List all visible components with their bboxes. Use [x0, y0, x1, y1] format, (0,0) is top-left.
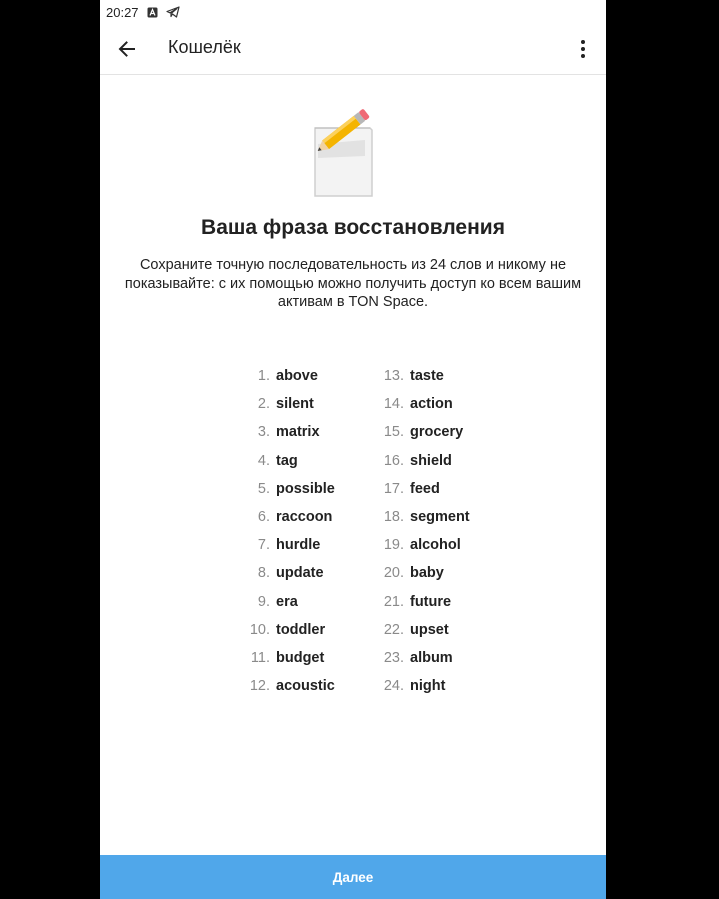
word-text: era [276, 593, 298, 610]
word-number: 24. [383, 678, 404, 695]
word-text: segment [410, 509, 470, 526]
word-item: 5. possible [240, 475, 335, 503]
word-text: action [410, 396, 453, 413]
word-item: 8. update [240, 559, 335, 587]
word-item: 6. raccoon [240, 503, 335, 531]
word-item: 16. shield [374, 447, 470, 475]
word-item: 19. alcohol [374, 531, 470, 559]
word-item: 24. night [374, 672, 470, 700]
word-number: 4. [257, 452, 270, 469]
word-text: grocery [410, 424, 464, 441]
more-options-button[interactable] [570, 32, 596, 66]
page-title: Ваша фраза восстановления [201, 216, 505, 239]
word-item: 20. baby [374, 559, 470, 587]
word-item: 12. acoustic [240, 672, 335, 700]
word-number: 6. [257, 509, 270, 526]
word-number: 17. [383, 480, 404, 497]
word-item: 2. silent [240, 390, 335, 418]
notification-a-icon [147, 7, 158, 18]
word-item: 4. tag [240, 447, 335, 475]
word-text: silent [276, 396, 314, 413]
word-text: possible [276, 480, 335, 497]
recovery-description: Сохраните точную последовательность из 2… [124, 257, 582, 310]
more-vertical-icon [581, 40, 585, 58]
toolbar: Кошелёк [100, 24, 606, 75]
word-text: shield [410, 452, 452, 469]
word-text: tag [276, 452, 298, 469]
word-text: matrix [276, 424, 320, 441]
word-item: 10. toddler [240, 616, 335, 644]
word-number: 22. [383, 621, 404, 638]
word-text: raccoon [276, 509, 333, 526]
word-item: 15. grocery [374, 418, 470, 446]
word-item: 18. segment [374, 503, 470, 531]
word-item: 9. era [240, 588, 335, 616]
words-column-left: 1. above 2. silent 3. matrix 4. tag 5. possib… [240, 362, 335, 700]
word-text: future [410, 593, 452, 610]
word-number: 8. [257, 565, 270, 582]
arrow-left-icon [118, 41, 135, 57]
word-number: 2. [257, 396, 270, 413]
word-text: hurdle [276, 537, 321, 554]
telegram-icon [165, 6, 180, 18]
word-text: feed [410, 480, 440, 497]
word-number: 23. [383, 649, 404, 666]
toolbar-title: Кошелёк [168, 37, 241, 57]
word-number: 15. [383, 424, 404, 441]
word-item: 7. hurdle [240, 531, 335, 559]
word-number: 11. [250, 649, 270, 666]
wallet-screen: 20:27 Кошелёк Ваша фраза восстановления … [100, 0, 606, 899]
word-text: night [410, 678, 446, 695]
word-text: alcohol [410, 537, 461, 554]
word-item: 14. action [374, 390, 470, 418]
word-number: 16. [383, 452, 404, 469]
word-number: 14. [383, 396, 404, 413]
word-number: 3. [257, 424, 270, 441]
pencil-paper-icon [310, 104, 380, 200]
word-text: acoustic [276, 678, 335, 695]
word-number: 13. [383, 368, 404, 385]
word-item: 23. album [374, 644, 470, 672]
word-item: 3. matrix [240, 418, 335, 446]
word-number: 20. [383, 565, 404, 582]
word-item: 21. future [374, 588, 470, 616]
word-number: 1. [257, 368, 270, 385]
word-item: 22. upset [374, 616, 470, 644]
word-text: upset [410, 621, 449, 638]
word-text: budget [276, 649, 325, 666]
word-number: 18. [383, 509, 404, 526]
words-column-right: 13. taste 14. action 15. grocery 16. shield … [374, 362, 470, 700]
word-text: update [276, 565, 324, 582]
word-number: 19. [383, 537, 404, 554]
status-bar: 20:27 [100, 0, 606, 24]
word-number: 10. [249, 621, 270, 638]
word-number: 21. [383, 593, 404, 610]
next-button[interactable]: Далее [100, 855, 606, 899]
word-text: above [276, 368, 318, 385]
word-number: 12. [249, 678, 270, 695]
word-item: 1. above [240, 362, 335, 390]
word-number: 7. [257, 537, 270, 554]
status-time: 20:27 [106, 4, 139, 20]
back-button[interactable] [110, 32, 144, 66]
word-item: 13. taste [374, 362, 470, 390]
word-text: baby [410, 565, 444, 582]
word-text: taste [410, 368, 444, 385]
word-text: toddler [276, 621, 326, 638]
word-text: album [410, 649, 453, 666]
word-number: 5. [257, 480, 270, 497]
word-number: 9. [257, 593, 270, 610]
word-item: 17. feed [374, 475, 470, 503]
word-item: 11. budget [240, 644, 335, 672]
